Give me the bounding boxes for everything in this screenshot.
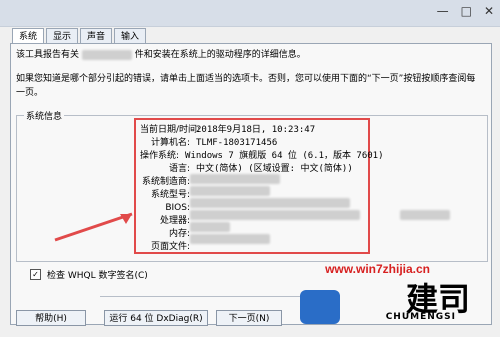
info-label: 当前日期/时间: xyxy=(140,125,201,135)
info-value: 2018年9月18日, 10:23:47 xyxy=(196,125,316,135)
annotation-arrow xyxy=(54,212,133,242)
dxdiag-window: — □ ✕ 系统 显示 声音 输入 该工具报告有关 件和安装在系统上的驱动程序的… xyxy=(0,0,500,337)
info-row-os: 操作系统: Windows 7 旗舰版 64 位 (6.1，版本 7601) xyxy=(140,150,384,162)
redacted-text xyxy=(81,49,132,60)
info-label: 系统型号: xyxy=(150,190,190,200)
close-icon[interactable]: ✕ xyxy=(484,4,494,18)
intro-text: 该工具报告有关 件和安装在系统上的驱动程序的详细信息。 如果您知道是哪个部分引起… xyxy=(16,48,476,110)
info-row-datetime: 当前日期/时间: 2018年9月18日, 10:23:47 xyxy=(140,124,368,136)
logo-subtitle: CHUMENGSI xyxy=(385,312,456,322)
intro-line-2: 如果您知道是哪个部分引起的错误，请单击上面适当的选项卡。否则，您可以使用下面的“… xyxy=(16,74,476,98)
redacted-block xyxy=(190,186,270,196)
info-label: 页面文件: xyxy=(150,242,190,252)
intro-line-1-prefix: 该工具报告有关 xyxy=(16,50,80,60)
intro-line-1: 该工具报告有关 件和安装在系统上的驱动程序的详细信息。 xyxy=(16,48,476,62)
whql-checkbox-row: ✓ 检查 WHQL 数字签名(C) xyxy=(30,268,148,281)
maximize-icon[interactable]: □ xyxy=(461,4,472,18)
redacted-block xyxy=(190,198,350,208)
redacted-block xyxy=(190,174,280,184)
info-label: 内存: xyxy=(168,229,190,239)
info-label: 操作系统: xyxy=(140,151,180,161)
next-page-button[interactable]: 下一页(N) xyxy=(216,310,282,326)
info-label: 系统制造商: xyxy=(141,177,190,187)
info-row-computer-name: 计算机名: TLMF-1803171456 xyxy=(140,137,368,149)
info-value: TLMF-1803171456 xyxy=(196,138,278,148)
info-label: 计算机名: xyxy=(150,138,190,148)
redacted-block xyxy=(190,210,360,220)
redacted-block xyxy=(190,222,230,232)
intro-line-1-suffix: 件和安装在系统上的驱动程序的详细信息。 xyxy=(134,50,306,60)
system-info-title: 系统信息 xyxy=(24,109,65,122)
window-controls: — □ ✕ xyxy=(437,4,494,18)
info-label: 处理器: xyxy=(159,216,190,226)
whql-checkbox[interactable]: ✓ xyxy=(30,269,41,280)
info-label: BIOS: xyxy=(165,203,190,213)
divider xyxy=(100,296,310,297)
title-bar: — □ ✕ xyxy=(0,0,500,27)
redacted-block xyxy=(400,210,450,220)
info-value: Windows 7 旗舰版 64 位 (6.1，版本 7601) xyxy=(185,151,384,161)
redacted-block xyxy=(190,234,270,244)
whql-checkbox-label: 检查 WHQL 数字签名(C) xyxy=(47,271,148,281)
run64-button[interactable]: 运行 64 位 DxDiag(R) xyxy=(104,310,208,326)
help-button[interactable]: 帮助(H) xyxy=(16,310,86,326)
minimize-icon[interactable]: — xyxy=(437,4,449,18)
info-label: 语言: xyxy=(168,164,190,174)
